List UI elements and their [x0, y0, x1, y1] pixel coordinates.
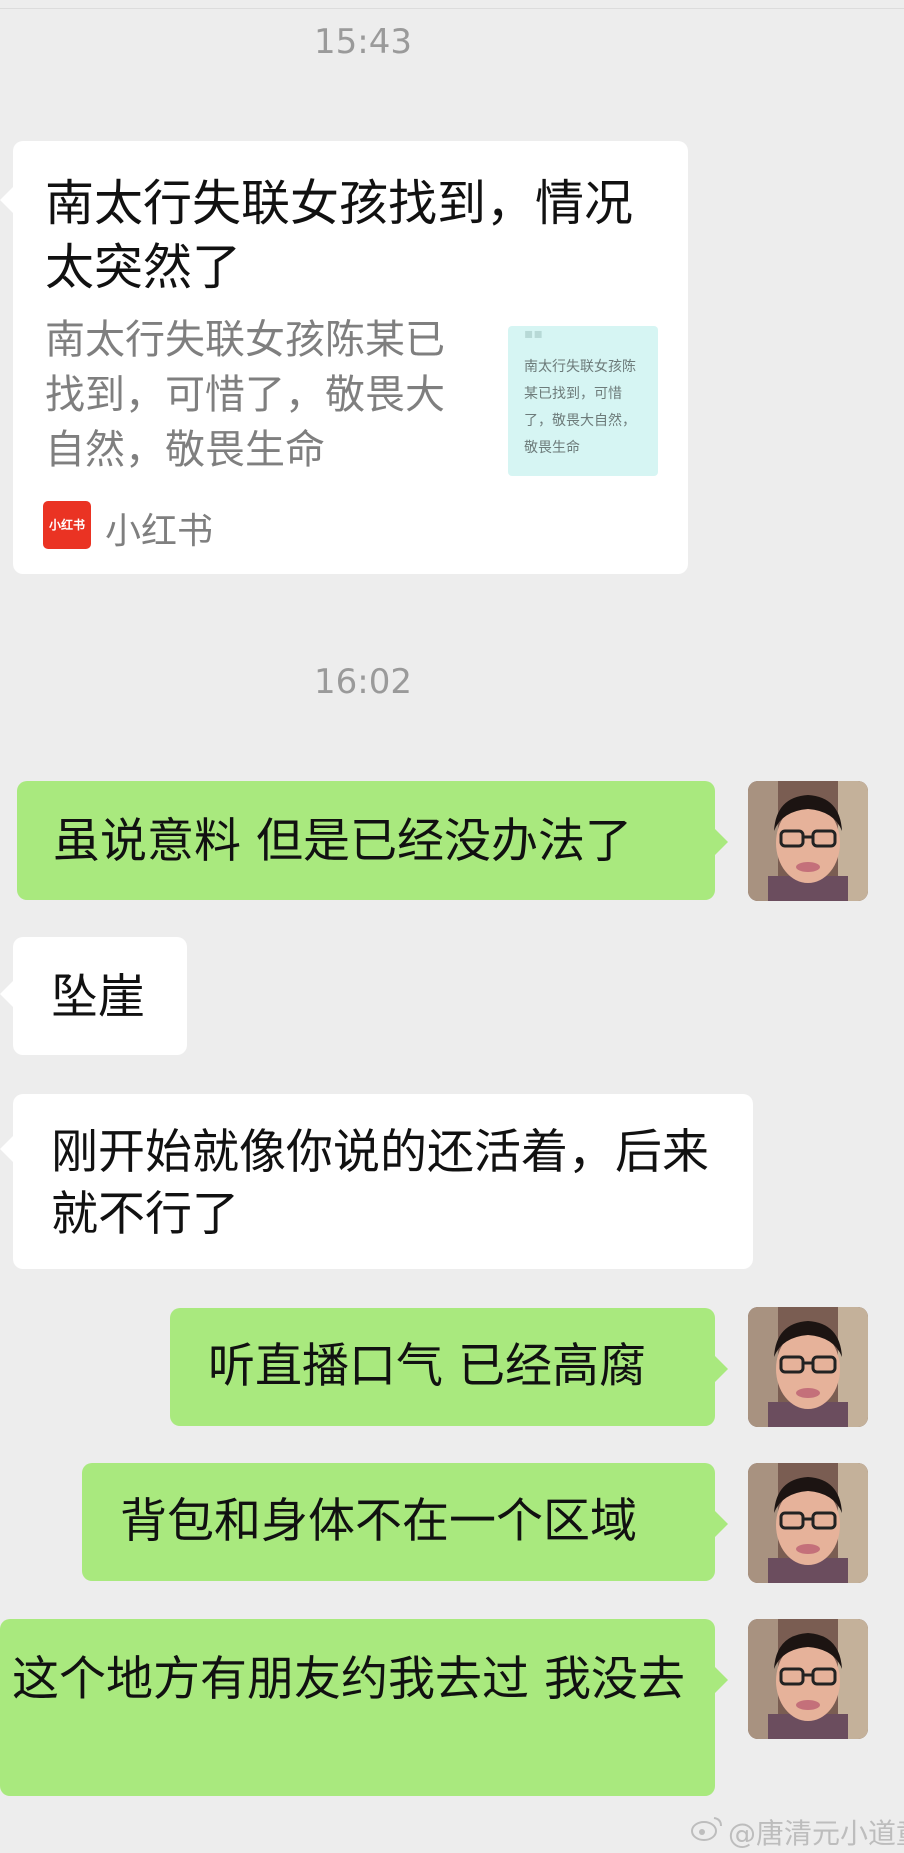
message-bubble-outgoing[interactable]: 听直播口气 已经高腐: [170, 1308, 715, 1426]
avatar-photo-icon: [748, 781, 868, 901]
bubble-tail: [715, 829, 728, 855]
message-text: 刚开始就像你说的还活着，后来就不行了: [51, 1125, 709, 1242]
avatar[interactable]: [748, 1307, 868, 1427]
link-card-description: 南太行失联女孩陈某已找到，可惜了，敬畏大自然，敬畏生命: [45, 317, 445, 473]
link-card[interactable]: 南太行失联女孩找到，情况太突然了 南太行失联女孩陈某已找到，可惜了，敬畏大自然，…: [13, 141, 688, 574]
avatar[interactable]: [748, 781, 868, 901]
message-bubble-outgoing[interactable]: 虽说意料 但是已经没办法了: [17, 781, 715, 900]
message-text: 听直播口气 已经高腐: [208, 1339, 646, 1394]
source-icon-label: 小红书: [48, 518, 85, 532]
avatar-photo-icon: [748, 1463, 868, 1583]
bubble-tail: [0, 1136, 13, 1162]
avatar-photo-icon: [748, 1307, 868, 1427]
message-text: 虽说意料 但是已经没办法了: [53, 814, 632, 869]
bubble-tail: [715, 1667, 728, 1693]
bubble-tail: [715, 1511, 728, 1537]
link-card-thumbnail: ▪▪ 南太行失联女孩陈某已找到，可惜了，敬畏大自然，敬畏生命: [508, 326, 658, 476]
bubble-tail: [715, 1356, 728, 1382]
watermark: @唐清元小道童: [728, 1817, 904, 1850]
message-text: 这个地方有朋友约我去过 我没去: [12, 1652, 685, 1707]
bubble-tail: [0, 981, 13, 1007]
message-bubble-incoming[interactable]: 刚开始就像你说的还活着，后来就不行了: [13, 1094, 753, 1269]
timestamp: 16:02: [314, 662, 412, 702]
thumbnail-dots-icon: ▪▪: [524, 326, 543, 342]
avatar-photo-icon: [748, 1619, 868, 1739]
weibo-logo-icon: [691, 1817, 722, 1841]
bubble-tail: [0, 187, 13, 213]
link-card-title: 南太行失联女孩找到，情况太突然了: [45, 175, 634, 296]
thumbnail-text: 南太行失联女孩陈某已找到，可惜了，敬畏大自然，敬畏生命: [524, 359, 636, 456]
message-bubble-outgoing[interactable]: 这个地方有朋友约我去过 我没去: [0, 1619, 715, 1796]
link-card-source: 小红书: [105, 511, 214, 552]
timestamp: 15:43: [314, 22, 412, 62]
avatar[interactable]: [748, 1463, 868, 1583]
top-divider: [0, 8, 904, 9]
xiaohongshu-logo-icon: 小红书: [43, 501, 91, 549]
message-text: 坠崖: [51, 970, 145, 1025]
message-bubble-incoming[interactable]: 坠崖: [13, 937, 187, 1055]
message-bubble-outgoing[interactable]: 背包和身体不在一个区域: [82, 1463, 715, 1581]
avatar[interactable]: [748, 1619, 868, 1739]
message-text: 背包和身体不在一个区域: [120, 1494, 637, 1549]
